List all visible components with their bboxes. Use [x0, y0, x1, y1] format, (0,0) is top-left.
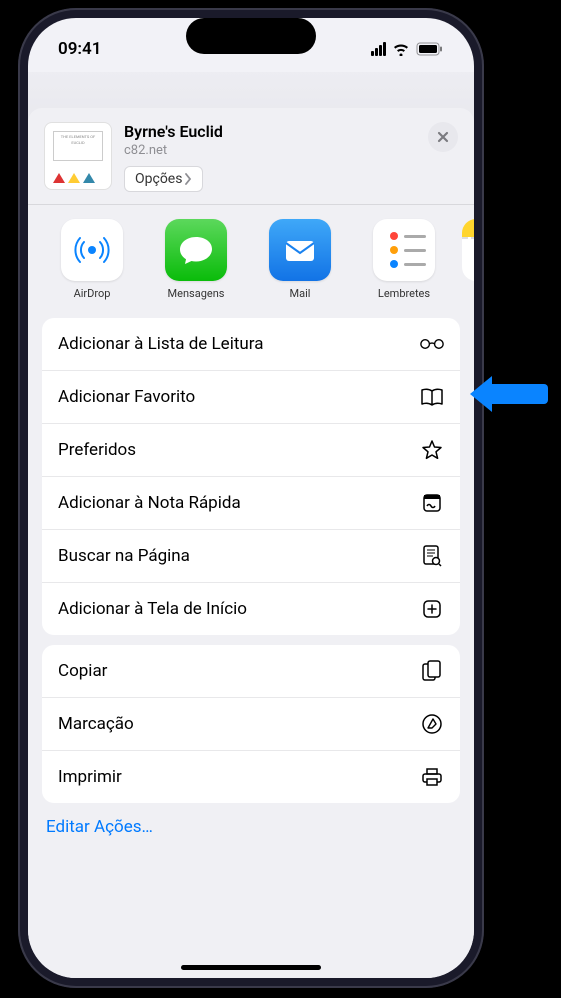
share-title: Byrne's Euclid [124, 122, 458, 141]
app-messages-label: Mensagens [168, 287, 225, 300]
action-markup[interactable]: Marcação [42, 698, 460, 751]
note-icon [420, 491, 444, 515]
action-bookmark[interactable]: Adicionar Favorito [42, 371, 460, 424]
close-button[interactable] [428, 122, 458, 152]
chevron-right-icon [184, 173, 192, 185]
action-reading-list-label: Adicionar à Lista de Leitura [58, 334, 263, 354]
action-print-label: Imprimir [58, 767, 122, 787]
reminders-icon [373, 219, 435, 281]
page-thumbnail: THE ELEMENTS OF EUCLID [44, 122, 112, 190]
action-quick-note-label: Adicionar à Nota Rápida [58, 493, 241, 513]
callout-arrow [470, 376, 548, 412]
dynamic-island [186, 18, 316, 54]
action-favorites-label: Preferidos [58, 440, 136, 460]
options-button[interactable]: Opções [124, 166, 203, 192]
print-icon [420, 765, 444, 789]
action-home-label: Adicionar à Tela de Início [58, 599, 247, 619]
star-icon [420, 438, 444, 462]
action-copy[interactable]: Copiar [42, 645, 460, 698]
notes-icon [462, 219, 474, 281]
app-reminders[interactable]: Lembretes [352, 219, 456, 300]
status-icons [371, 42, 444, 56]
app-notes[interactable] [452, 219, 474, 300]
app-row[interactable]: AirDrop Mensagens Mail [28, 205, 474, 308]
action-print[interactable]: Imprimir [42, 751, 460, 803]
app-mail-label: Mail [290, 287, 311, 300]
plus-square-icon [420, 597, 444, 621]
edit-actions-label: Editar Ações… [46, 817, 153, 837]
share-sheet: THE ELEMENTS OF EUCLID Byrne's Euclid c8… [28, 108, 474, 978]
home-indicator[interactable] [181, 965, 321, 970]
action-quick-note[interactable]: Adicionar à Nota Rápida [42, 477, 460, 530]
copy-icon [420, 659, 444, 683]
markup-icon [420, 712, 444, 736]
wifi-icon [392, 42, 410, 56]
doc-search-icon [420, 544, 444, 568]
screen: 09:41 THE ELEMENTS OF EUCLID [28, 18, 474, 978]
action-find-label: Buscar na Página [58, 546, 190, 566]
sheet-header: THE ELEMENTS OF EUCLID Byrne's Euclid c8… [28, 108, 474, 204]
action-reading-list[interactable]: Adicionar à Lista de Leitura [42, 318, 460, 371]
action-bookmark-label: Adicionar Favorito [58, 387, 195, 407]
app-mail[interactable]: Mail [248, 219, 352, 300]
action-home-screen[interactable]: Adicionar à Tela de Início [42, 583, 460, 635]
glasses-icon [420, 332, 444, 356]
actions-group-1: Adicionar à Lista de Leitura Adicionar F… [42, 318, 460, 635]
app-messages[interactable]: Mensagens [144, 219, 248, 300]
edit-actions-row[interactable]: Editar Ações… [28, 803, 474, 857]
thumb-title: THE ELEMENTS OF EUCLID [53, 131, 103, 161]
status-time: 09:41 [58, 39, 101, 59]
battery-icon [416, 42, 444, 56]
app-airdrop-label: AirDrop [74, 287, 111, 300]
airdrop-icon [61, 219, 123, 281]
mail-icon [269, 219, 331, 281]
action-markup-label: Marcação [58, 714, 134, 734]
close-icon [437, 131, 449, 143]
options-button-label: Opções [135, 171, 182, 187]
messages-icon [165, 219, 227, 281]
cellular-icon [371, 42, 386, 56]
book-icon [420, 385, 444, 409]
share-subtitle: c82.net [124, 143, 458, 158]
action-favorites[interactable]: Preferidos [42, 424, 460, 477]
device-frame: 09:41 THE ELEMENTS OF EUCLID [18, 8, 484, 988]
action-copy-label: Copiar [58, 661, 107, 681]
actions-group-2: Copiar Marcação Imprimir [42, 645, 460, 803]
app-airdrop[interactable]: AirDrop [40, 219, 144, 300]
action-find-on-page[interactable]: Buscar na Página [42, 530, 460, 583]
app-reminders-label: Lembretes [378, 287, 430, 300]
